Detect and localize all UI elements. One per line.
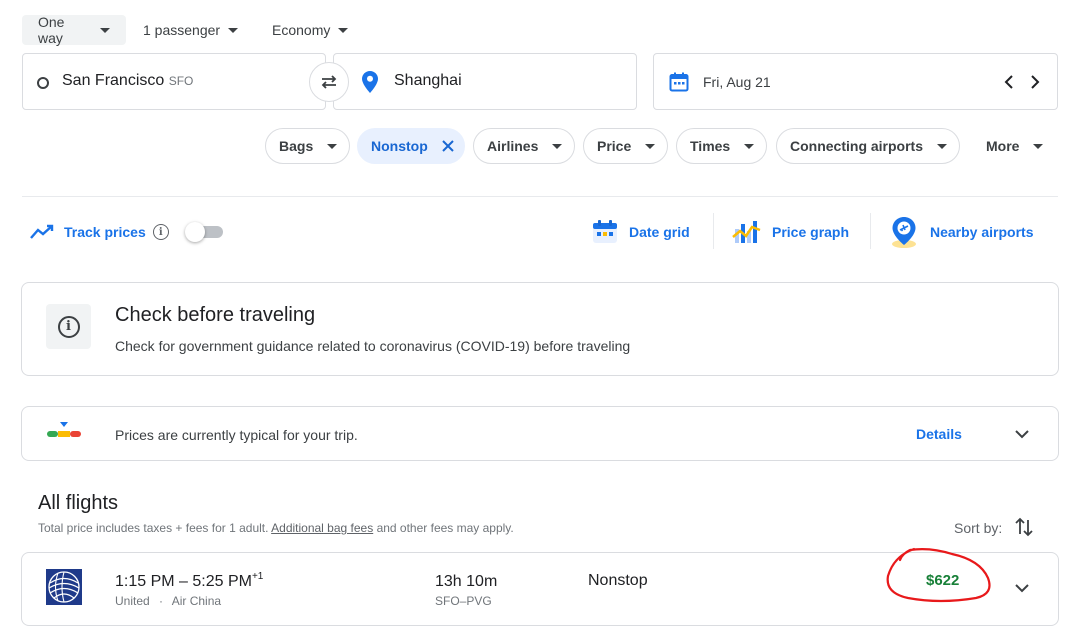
chevron-left-icon[interactable] [1002, 74, 1018, 90]
origin-code: SFO [168, 74, 194, 88]
date-value: Fri, Aug 21 [703, 74, 771, 90]
cabin-dropdown[interactable]: Economy [256, 15, 364, 45]
date-grid-button[interactable]: Date grid [591, 214, 690, 250]
sort-by-label: Sort by: [954, 520, 1003, 536]
filter-price-label: Price [597, 138, 632, 154]
swap-button[interactable] [309, 62, 349, 102]
caret-down-icon [1033, 143, 1044, 149]
notice-title: Check before traveling [115, 304, 316, 326]
chevron-down-icon[interactable] [1014, 428, 1030, 440]
bag-fees-link[interactable]: Additional bag fees [271, 521, 373, 535]
notice-icon-box: i [46, 304, 91, 349]
location-pin-icon [362, 71, 378, 93]
chevron-down-icon[interactable] [1014, 582, 1030, 594]
filter-times[interactable]: Times [676, 128, 768, 164]
subtitle-text-end: and other fees may apply. [376, 521, 514, 535]
chevron-right-icon[interactable] [1026, 74, 1042, 90]
caret-down-icon [645, 143, 656, 149]
united-airline-logo-icon [46, 569, 82, 605]
caret-down-icon [937, 143, 948, 149]
divider [713, 213, 714, 249]
filter-times-label: Times [690, 138, 731, 154]
filter-nonstop[interactable]: Nonstop [357, 128, 465, 164]
calendar-icon [669, 72, 689, 92]
filter-connecting-airports[interactable]: Connecting airports [776, 128, 961, 164]
track-prices-label: Track prices [64, 224, 146, 240]
flight-times: 1:15 PM – 5:25 PM+1 [115, 571, 264, 591]
passengers-label: 1 passenger [143, 22, 221, 38]
caret-down-icon [228, 27, 239, 33]
filter-bags[interactable]: Bags [265, 128, 351, 164]
filter-airlines[interactable]: Airlines [473, 128, 576, 164]
sort-icon[interactable] [1014, 516, 1034, 538]
origin-circle-icon [37, 77, 49, 89]
filter-more[interactable]: More [972, 128, 1057, 164]
flight-price: $622 [926, 572, 960, 589]
track-prices-toggle[interactable] [184, 222, 223, 242]
origin-city: San Francisco [62, 72, 165, 89]
date-grid-label: Date grid [629, 224, 690, 240]
close-icon[interactable] [442, 140, 454, 152]
flight-times-text: 1:15 PM – 5:25 PM [115, 573, 252, 590]
filter-bags-label: Bags [279, 138, 314, 154]
swap-arrows-icon [321, 75, 337, 89]
caret-down-icon [744, 143, 755, 149]
caret-down-icon [327, 143, 338, 149]
results-heading: All flights [38, 492, 119, 514]
caret-down-icon [338, 27, 349, 33]
price-insight-text: Prices are currently typical for your tr… [115, 427, 358, 443]
caret-down-icon [100, 27, 110, 33]
filter-nonstop-label: Nonstop [371, 138, 428, 154]
details-link[interactable]: Details [916, 426, 962, 442]
subtitle-text: Total price includes taxes + fees for 1 … [38, 521, 269, 535]
filter-more-label: More [986, 138, 1020, 154]
trip-type-dropdown[interactable]: One way [22, 14, 126, 46]
passengers-dropdown[interactable]: 1 passenger [127, 15, 254, 45]
origin-field[interactable]: San Francisco SFO [22, 53, 326, 110]
nearby-airports-label: Nearby airports [930, 224, 1034, 240]
flight-route: SFO–PVG [435, 594, 492, 608]
cabin-label: Economy [272, 22, 331, 38]
info-icon[interactable]: i [152, 224, 169, 240]
divider [22, 196, 1058, 197]
nearby-airports-button[interactable]: Nearby airports [888, 214, 1033, 250]
price-graph-label: Price graph [772, 224, 850, 240]
destination-field[interactable]: Shanghai [333, 53, 637, 110]
trip-type-label: One way [38, 14, 65, 46]
price-insight-card[interactable]: Prices are currently typical for your tr… [21, 406, 1059, 461]
flight-stops: Nonstop [588, 572, 648, 589]
operator-name: Air China [171, 594, 222, 608]
divider [870, 213, 871, 249]
info-icon: i [57, 315, 80, 338]
price-graph-button[interactable]: Price graph [732, 214, 849, 250]
price-graph-icon [732, 221, 761, 243]
results-subtitle: Total price includes taxes + fees for 1 … [38, 521, 514, 535]
flight-result[interactable]: 1:15 PM – 5:25 PM+1 United · Air China 1… [21, 552, 1059, 626]
date-grid-icon [593, 220, 617, 243]
track-prices[interactable]: Track prices i [30, 214, 223, 250]
flight-carriers: United · Air China [115, 594, 221, 608]
notice-body: Check for government guidance related to… [115, 338, 631, 354]
day-offset: +1 [251, 571, 264, 582]
date-field[interactable]: Fri, Aug 21 [653, 53, 1058, 110]
filter-connecting-label: Connecting airports [790, 138, 924, 154]
airline-name: United [115, 594, 150, 608]
nearby-airports-icon [892, 217, 916, 248]
filter-airlines-label: Airlines [487, 138, 539, 154]
flight-duration: 13h 10m [435, 573, 498, 590]
travel-notice-card: i Check before traveling Check for gover… [21, 282, 1059, 376]
price-level-icon [47, 422, 81, 437]
filter-price[interactable]: Price [583, 128, 669, 164]
caret-down-icon [552, 143, 563, 149]
destination-city: Shanghai [394, 72, 462, 89]
separator-dot: · [159, 594, 164, 608]
toggle-thumb [184, 222, 205, 242]
trend-line-icon [30, 224, 54, 239]
